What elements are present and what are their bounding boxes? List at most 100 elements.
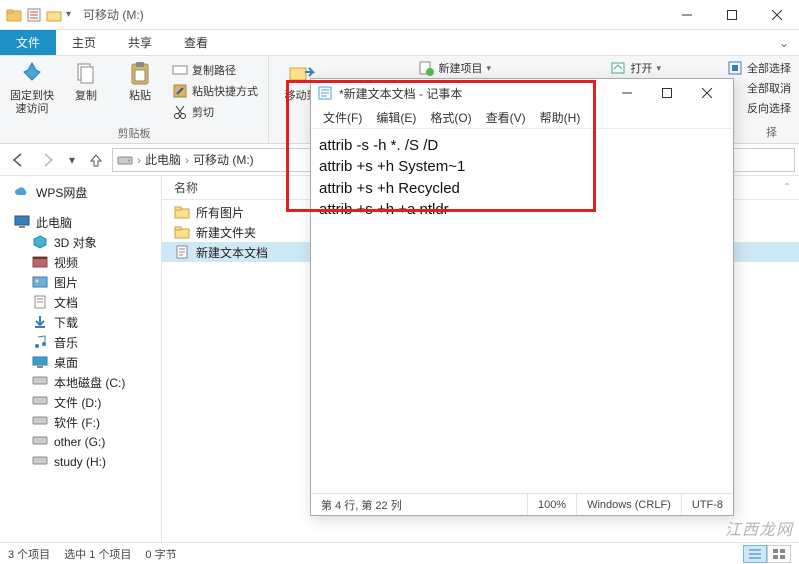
drive-icon [32, 414, 48, 430]
menu-format[interactable]: 格式(O) [424, 109, 477, 126]
view-icons-button[interactable] [767, 545, 791, 563]
sidebar-item-3d[interactable]: 3D 对象 [0, 232, 161, 252]
notepad-menu: 文件(F) 编辑(E) 格式(O) 查看(V) 帮助(H) [311, 107, 733, 129]
menu-view[interactable]: 查看(V) [480, 109, 532, 126]
tab-home[interactable]: 主页 [56, 30, 112, 55]
notepad-minimize-button[interactable] [607, 79, 647, 107]
folder-icon [174, 204, 190, 220]
window-title: 可移动 (M:) [77, 6, 664, 23]
pin-button[interactable]: 固定到快 速访问 [6, 58, 58, 117]
sidebar-item-g[interactable]: other (G:) [0, 432, 161, 452]
folder-icon [6, 7, 22, 23]
sidebar-item-thispc[interactable]: 此电脑 [0, 212, 161, 232]
status-zoom: 100% [527, 494, 576, 515]
ribbon-tabs: 文件 主页 共享 查看 ⌄ [0, 30, 799, 56]
invert-button[interactable]: 反向选择 [743, 98, 795, 118]
close-button[interactable] [754, 0, 799, 30]
sidebar-item-videos[interactable]: 视频 [0, 252, 161, 272]
sidebar-item-d[interactable]: 文件 (D:) [0, 392, 161, 412]
paste-icon [126, 60, 154, 88]
notepad-textarea[interactable]: attrib -s -h *. /S /D attrib +s +h Syste… [311, 129, 733, 493]
newitem-icon [418, 60, 434, 76]
notepad-icon [317, 85, 333, 101]
breadcrumb-drive[interactable]: 可移动 (M:) [193, 151, 254, 168]
notepad-statusbar: 第 4 行, 第 22 列 100% Windows (CRLF) UTF-8 [311, 493, 733, 515]
chevron-right-icon[interactable]: › [183, 153, 191, 167]
cloud-icon [14, 184, 30, 200]
status-selection: 选中 1 个项目 [64, 546, 131, 562]
sidebar-item-f[interactable]: 软件 (F:) [0, 412, 161, 432]
menu-help[interactable]: 帮助(H) [534, 109, 587, 126]
open-button[interactable]: 打开 ▾ [606, 58, 665, 78]
deselect-button[interactable]: 全部取消 [743, 78, 795, 98]
music-icon [32, 334, 48, 350]
window-buttons [664, 0, 799, 30]
view-switcher [743, 545, 791, 563]
picture-icon [32, 274, 48, 290]
status-count: 3 个项目 [8, 546, 50, 562]
video-icon [32, 254, 48, 270]
sidebar-item-c[interactable]: 本地磁盘 (C:) [0, 372, 161, 392]
properties-icon[interactable] [26, 7, 42, 23]
notepad-close-button[interactable] [687, 79, 727, 107]
sidebar-item-music[interactable]: 音乐 [0, 332, 161, 352]
textfile-icon [174, 244, 190, 260]
sidebar-item-wps[interactable]: WPS网盘 [0, 182, 161, 202]
tab-file[interactable]: 文件 [0, 30, 56, 55]
open-icon [610, 60, 626, 76]
folder-icon [174, 224, 190, 240]
drive-icon [32, 454, 48, 470]
scissors-icon [172, 104, 188, 120]
cut-button[interactable]: 剪切 [168, 102, 262, 122]
notepad-window: *新建文本文档 - 记事本 文件(F) 编辑(E) 格式(O) 查看(V) 帮助… [310, 78, 734, 516]
drive-icon [117, 154, 133, 166]
status-size: 0 字节 [145, 546, 176, 562]
group-label-select: 择 [766, 124, 777, 140]
download-icon [32, 314, 48, 330]
sidebar-item-desktop[interactable]: 桌面 [0, 352, 161, 372]
recent-dropdown[interactable]: ▾ [64, 147, 80, 173]
sidebar-item-pictures[interactable]: 图片 [0, 272, 161, 292]
sidebar-item-h[interactable]: study (H:) [0, 452, 161, 472]
qat-dropdown-icon[interactable]: ▾ [66, 9, 71, 20]
notepad-line: attrib -s -h *. /S /D [319, 137, 438, 154]
breadcrumb-thispc[interactable]: 此电脑 [145, 151, 181, 168]
window-titlebar: ▾ 可移动 (M:) [0, 0, 799, 30]
sidebar-item-documents[interactable]: 文档 [0, 292, 161, 312]
notepad-line: attrib +s +h Recycled [319, 180, 460, 197]
folder-open-icon[interactable] [46, 7, 62, 23]
sidebar-item-downloads[interactable]: 下载 [0, 312, 161, 332]
tab-view[interactable]: 查看 [168, 30, 224, 55]
drive-icon [32, 434, 48, 450]
back-button[interactable] [4, 147, 32, 173]
sort-asc-icon[interactable]: ˆ [785, 181, 799, 195]
notepad-maximize-button[interactable] [647, 79, 687, 107]
paste-button[interactable]: 粘贴 [114, 58, 166, 105]
quick-access-toolbar: ▾ [0, 7, 77, 23]
notepad-line: attrib +s +h System~1 [319, 158, 465, 175]
view-details-button[interactable] [743, 545, 767, 563]
up-button[interactable] [82, 147, 110, 173]
selectall-button[interactable]: 全部选择 [723, 58, 795, 78]
desktop-icon [32, 354, 48, 370]
drive-icon [32, 374, 48, 390]
copy-button[interactable]: 复制 [60, 58, 112, 105]
chevron-right-icon[interactable]: › [135, 153, 143, 167]
tab-share[interactable]: 共享 [112, 30, 168, 55]
maximize-button[interactable] [709, 0, 754, 30]
pasteshortcut-button[interactable]: 粘贴快捷方式 [168, 81, 262, 101]
ribbon-group-clipboard: 固定到快 速访问 复制 粘贴 复制路径 粘贴快捷方式 剪切 剪贴板 [0, 56, 269, 143]
drive-icon [32, 394, 48, 410]
menu-edit[interactable]: 编辑(E) [370, 109, 422, 126]
forward-button[interactable] [34, 147, 62, 173]
copypath-button[interactable]: 复制路径 [168, 60, 262, 80]
menu-file[interactable]: 文件(F) [317, 109, 368, 126]
navigation-pane: WPS网盘 此电脑 3D 对象 视频 图片 文档 下载 音乐 桌面 本地磁盘 (… [0, 176, 162, 542]
minimize-button[interactable] [664, 0, 709, 30]
newitem-button[interactable]: 新建项目 ▾ [414, 58, 495, 78]
status-eol: Windows (CRLF) [576, 494, 681, 515]
status-encoding: UTF-8 [681, 494, 733, 515]
notepad-titlebar[interactable]: *新建文本文档 - 记事本 [311, 79, 733, 107]
ribbon-expand-icon[interactable]: ⌄ [769, 30, 799, 55]
notepad-title: *新建文本文档 - 记事本 [339, 85, 607, 102]
